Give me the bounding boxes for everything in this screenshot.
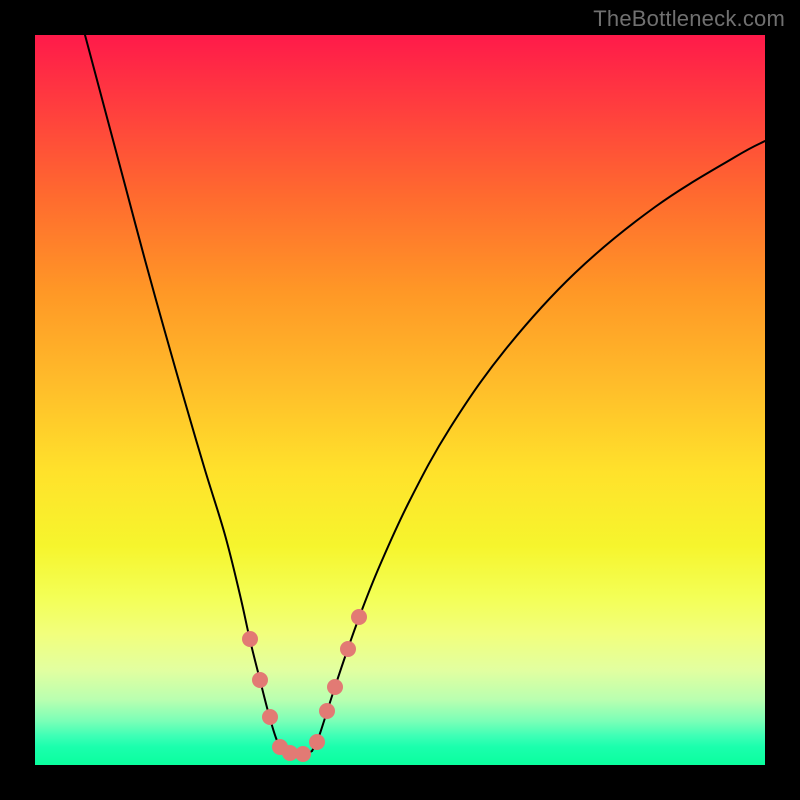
marker-left-1	[242, 631, 258, 647]
series-curve-right	[312, 141, 765, 751]
chart-svg	[35, 35, 765, 765]
marker-bottom-2	[295, 746, 311, 762]
markers-group	[242, 609, 367, 762]
chart-frame: TheBottleneck.com	[0, 0, 800, 800]
marker-right-3	[327, 679, 343, 695]
watermark-text: TheBottleneck.com	[593, 6, 785, 32]
marker-left-2	[252, 672, 268, 688]
curves-group	[85, 35, 765, 754]
marker-right-1	[309, 734, 325, 750]
marker-right-2	[319, 703, 335, 719]
marker-right-4	[340, 641, 356, 657]
marker-right-5	[351, 609, 367, 625]
marker-left-3	[262, 709, 278, 725]
plot-area	[35, 35, 765, 765]
